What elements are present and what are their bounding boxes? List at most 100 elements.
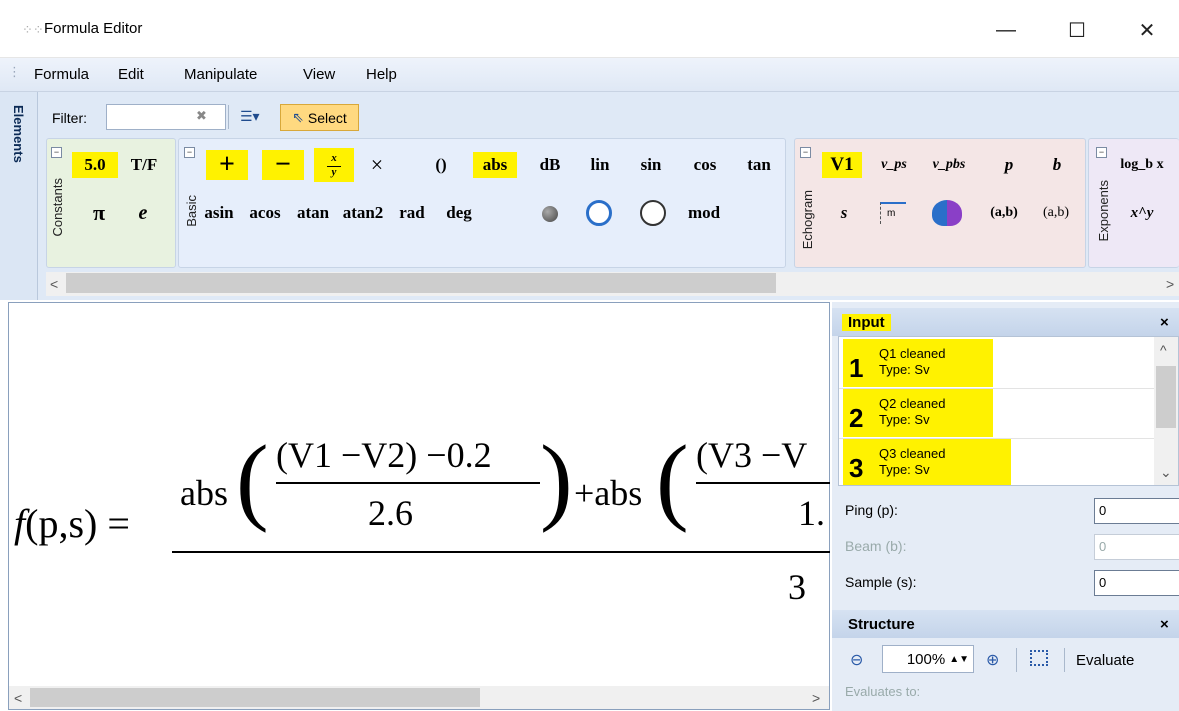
app-icon: ⁘⁘: [22, 22, 44, 37]
list-item[interactable]: 3 Q3 cleaned Type: Sv: [839, 439, 1157, 485]
db-button[interactable]: dB: [532, 152, 568, 178]
vpbs-button[interactable]: v_pbs: [926, 152, 972, 178]
power-button[interactable]: x^y: [1122, 200, 1162, 226]
maximize-button[interactable]: ☐: [1054, 14, 1100, 46]
formula-lhs: f(p,s) =: [14, 500, 130, 547]
select-button[interactable]: ⇖ Select: [280, 104, 359, 131]
ab-button[interactable]: (a,b): [1036, 200, 1076, 226]
input-list-scrollbar-thumb[interactable]: [1156, 366, 1176, 428]
beam-pattern-icon[interactable]: [932, 200, 962, 226]
formula-abs1: abs: [180, 473, 228, 513]
item-name: Q1 cleaned: [879, 346, 946, 361]
stepper-icon[interactable]: ▲▼: [949, 654, 969, 665]
sphere-icon[interactable]: [542, 206, 558, 222]
list-item[interactable]: 1 Q1 cleaned Type: Sv: [839, 339, 1157, 389]
ping-button[interactable]: p: [996, 152, 1022, 178]
item-type: Type: Sv: [879, 462, 930, 477]
evaluate-button[interactable]: Evaluate: [1076, 652, 1134, 669]
fit-to-window-icon[interactable]: [1030, 650, 1048, 666]
canvas-scrollbar-thumb[interactable]: [30, 688, 480, 707]
mod-button[interactable]: mod: [684, 200, 724, 226]
filter-input[interactable]: [106, 104, 226, 130]
echogram-label: Echogram: [800, 190, 815, 250]
list-view-icon[interactable]: ☰▾: [240, 108, 260, 125]
canvas-scroll-left-icon[interactable]: <: [14, 690, 22, 706]
asin-button[interactable]: asin: [200, 200, 238, 226]
number-constant-button[interactable]: 5.0: [72, 152, 118, 178]
divide-button[interactable]: xy: [314, 148, 354, 182]
plus-button[interactable]: +: [206, 149, 248, 180]
divide-glyph-den: y: [331, 165, 337, 178]
denominator-2: 1.: [798, 493, 825, 533]
input-list[interactable]: 1 Q1 cleaned Type: Sv 2 Q2 cleaned Type:…: [838, 336, 1179, 486]
structure-separator: [1064, 648, 1065, 672]
collapse-basic-button[interactable]: −: [184, 147, 195, 158]
menu-formula[interactable]: Formula: [34, 66, 89, 83]
pi-button[interactable]: π: [82, 200, 116, 226]
toolbar-scrollbar-thumb[interactable]: [66, 273, 776, 293]
menu-edit[interactable]: Edit: [118, 66, 144, 83]
zoom-stepper[interactable]: 100% ▲▼: [882, 645, 974, 673]
acos-button[interactable]: acos: [244, 200, 286, 226]
cos-button[interactable]: cos: [686, 152, 724, 178]
beam-button[interactable]: b: [1044, 152, 1070, 178]
canvas-scroll-right-icon[interactable]: >: [812, 690, 820, 706]
e-button[interactable]: e: [128, 200, 158, 226]
clear-filter-icon[interactable]: ✖: [196, 108, 207, 124]
menu-view[interactable]: View: [303, 66, 335, 83]
pointer-icon: ⇖: [292, 109, 304, 125]
collapse-exponents-button[interactable]: −: [1096, 147, 1107, 158]
ping-input[interactable]: 0: [1094, 498, 1179, 524]
sample-input[interactable]: 0: [1094, 570, 1179, 596]
atan2-button[interactable]: atan2: [340, 200, 386, 226]
depth-range-icon[interactable]: m: [880, 202, 906, 224]
v1-button[interactable]: V1: [822, 152, 862, 178]
scroll-up-icon[interactable]: ^: [1160, 342, 1167, 358]
list-item[interactable]: 2 Q2 cleaned Type: Sv: [839, 389, 1157, 439]
filter-label: Filter:: [52, 110, 87, 126]
formula-canvas[interactable]: [8, 302, 830, 710]
rad-button[interactable]: rad: [394, 200, 430, 226]
sin-button[interactable]: sin: [634, 152, 668, 178]
sample-button[interactable]: s: [832, 200, 856, 226]
toolbar-separator: [228, 105, 229, 129]
item-number: 1: [849, 353, 864, 383]
collapse-echogram-button[interactable]: −: [800, 147, 811, 158]
structure-separator: [1016, 648, 1017, 672]
zoom-in-icon[interactable]: ⊕: [986, 650, 999, 670]
menu-bar: [0, 58, 1179, 92]
timer-icon[interactable]: [586, 200, 612, 226]
item-name: Q3 cleaned: [879, 446, 946, 461]
scroll-right-icon[interactable]: >: [1166, 276, 1174, 292]
structure-panel-title: Structure: [848, 615, 915, 633]
scroll-left-icon[interactable]: <: [50, 276, 58, 292]
input-panel-close-icon[interactable]: ×: [1160, 314, 1169, 331]
atan-button[interactable]: atan: [292, 200, 334, 226]
deg-button[interactable]: deg: [440, 200, 478, 226]
open-paren-1: (: [236, 426, 269, 534]
beam-label: Beam (b):: [845, 538, 907, 554]
minus-button[interactable]: −: [262, 149, 304, 180]
multiply-button[interactable]: ×: [362, 152, 392, 178]
menu-help[interactable]: Help: [366, 66, 397, 83]
lin-button[interactable]: lin: [583, 152, 617, 178]
log-button[interactable]: log_b x: [1116, 152, 1168, 178]
ab-bold-button[interactable]: (a,b): [984, 200, 1024, 226]
scroll-down-icon[interactable]: ⌄: [1160, 464, 1172, 481]
zoom-out-icon[interactable]: ⊖: [850, 650, 863, 670]
abs-button[interactable]: abs: [473, 152, 517, 178]
numerator-1: (V1 −V2) −0.2: [276, 435, 492, 475]
close-button[interactable]: ✕: [1124, 14, 1170, 46]
menu-manipulate[interactable]: Manipulate: [184, 66, 257, 83]
boolean-constant-button[interactable]: T/F: [122, 152, 166, 178]
tan-button[interactable]: tan: [740, 152, 778, 178]
item-number: 2: [849, 403, 864, 433]
collapse-constants-button[interactable]: −: [51, 147, 62, 158]
stopwatch-icon[interactable]: [640, 200, 666, 226]
ping-label: Ping (p):: [845, 502, 898, 518]
minimize-button[interactable]: —: [983, 14, 1029, 46]
evaluates-to-label: Evaluates to:: [845, 684, 921, 699]
parentheses-button[interactable]: (): [424, 152, 458, 178]
structure-panel-close-icon[interactable]: ×: [1160, 616, 1169, 633]
vps-button[interactable]: v_ps: [874, 152, 914, 178]
